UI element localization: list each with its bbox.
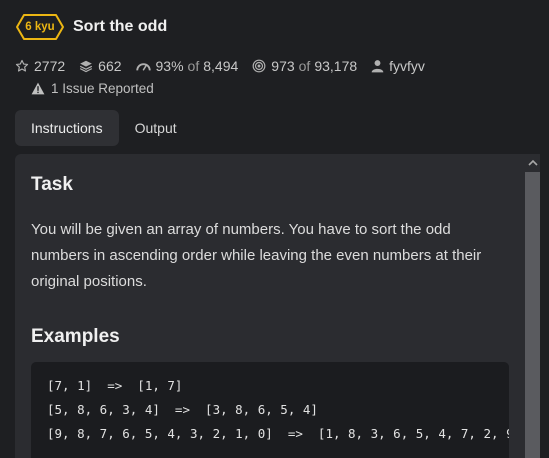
- code-line: [5, 8, 6, 3, 4] => [3, 8, 6, 5, 4]: [47, 402, 318, 417]
- stars-stat[interactable]: 2772: [15, 58, 65, 74]
- kata-page: 6 kyu Sort the odd 2772 662 93% of 8,494: [0, 0, 549, 458]
- completed-stat: 973 of 93,178: [252, 58, 357, 74]
- collections-count: 662: [98, 58, 122, 74]
- description-line: original positions.: [31, 273, 147, 290]
- rank-label: 6 kyu: [25, 21, 55, 33]
- issues-label: 1 Issue Reported: [51, 80, 154, 96]
- issues-link[interactable]: 1 Issue Reported: [31, 79, 154, 97]
- layers-icon: [79, 59, 93, 73]
- user-icon: [371, 59, 384, 73]
- task-description: You will be given an array of numbers. Y…: [31, 217, 509, 295]
- tab-instructions[interactable]: Instructions: [15, 110, 119, 146]
- author-stat[interactable]: fyvfyv: [371, 58, 425, 74]
- scroll-up-arrow-icon[interactable]: [525, 154, 540, 170]
- instructions-panel: Task You will be given an array of numbe…: [15, 154, 525, 458]
- kata-stats: 2772 662 93% of 8,494 973 of 93,178 fyvf…: [15, 57, 439, 75]
- description-line: You will be given an array of numbers. Y…: [31, 221, 451, 238]
- task-heading: Task: [31, 174, 73, 195]
- scrollbar-thumb[interactable]: [525, 172, 540, 458]
- kata-title: Sort the odd: [73, 18, 168, 35]
- target-icon: [252, 59, 266, 73]
- completed-count: 973: [271, 58, 295, 74]
- satisfaction-total: 8,494: [203, 58, 239, 74]
- rank-badge: 6 kyu: [15, 13, 65, 41]
- examples-heading: Examples: [31, 326, 120, 347]
- examples-code-block: [7, 1] => [1, 7] [5, 8, 6, 3, 4] => [3, …: [31, 362, 509, 458]
- star-outline-icon: [15, 59, 29, 73]
- gauge-icon: [135, 60, 151, 72]
- kata-header: 6 kyu Sort the odd: [15, 13, 167, 41]
- tab-output[interactable]: Output: [119, 110, 193, 146]
- completed-total: 93,178: [314, 58, 358, 74]
- code-line: [9, 8, 7, 6, 5, 4, 3, 2, 1, 0] => [1, 8,…: [47, 426, 509, 441]
- completed-of: of: [298, 58, 311, 74]
- author-name[interactable]: fyvfyv: [389, 58, 425, 74]
- satisfaction-stat: 93% of 8,494: [135, 58, 239, 74]
- collections-stat[interactable]: 662: [79, 58, 122, 74]
- warning-triangle-icon: [31, 82, 45, 95]
- description-line: numbers in ascending order while leaving…: [31, 247, 482, 264]
- satisfaction-percent: 93%: [155, 58, 184, 74]
- tab-bar: Instructions Output: [15, 110, 193, 146]
- satisfaction-of: of: [187, 58, 200, 74]
- code-line: [7, 1] => [1, 7]: [47, 378, 183, 393]
- stars-count: 2772: [34, 58, 66, 74]
